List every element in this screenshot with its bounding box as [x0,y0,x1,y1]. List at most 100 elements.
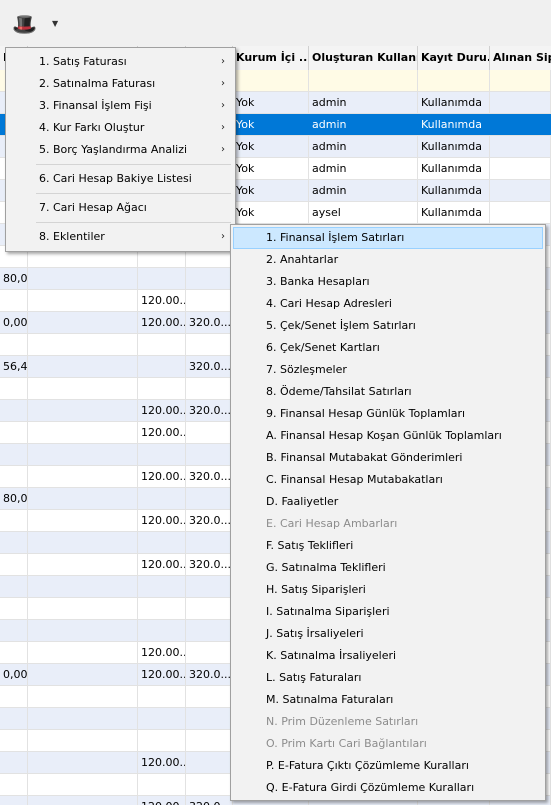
table-cell [186,334,233,355]
table-cell [0,620,28,641]
menu-item[interactable]: 1. Satış Faturası › [8,51,233,73]
submenu-item[interactable]: Q. E-Fatura Girdi Çözümleme Kuralları [233,777,543,799]
table-cell [28,686,138,707]
menu-item[interactable]: 8. Eklentiler › [8,226,233,248]
table-cell: 120.00... [138,796,186,805]
submenu-item-label: H. Satış Siparişleri [266,583,366,596]
table-cell: admin [309,136,418,157]
table-cell [28,290,138,311]
table-cell [0,334,28,355]
table-cell [138,488,186,509]
table-cell [28,510,138,531]
table-cell [28,620,138,641]
table-cell: 120.00... [138,752,186,773]
submenu-item[interactable]: K. Satınalma İrsaliyeleri [233,645,543,667]
table-cell [0,400,28,421]
table-cell: 320.0... [186,356,233,377]
menu-item[interactable]: 2. Satınalma Faturası › [8,73,233,95]
menu-item-label: 4. Kur Farkı Oluştur [39,121,145,134]
table-cell [186,620,233,641]
submenu-item[interactable]: M. Satınalma Faturaları [233,689,543,711]
table-cell [186,532,233,553]
column-header[interactable]: Oluşturan Kullanıcı [309,46,418,70]
submenu-item[interactable]: 5. Çek/Senet İşlem Satırları [233,315,543,337]
table-cell [490,70,551,91]
table-cell: 80,00 [0,268,28,289]
submenu-item-label: 5. Çek/Senet İşlem Satırları [266,319,416,332]
submenu-item[interactable]: L. Satış Faturaları [233,667,543,689]
table-cell: 320.0... [186,796,233,805]
table-cell [138,268,186,289]
table-cell: Yok [233,202,309,223]
menu-item[interactable]: 6. Cari Hesap Bakiye Listesi [8,168,233,190]
submenu-item[interactable]: G. Satınalma Teklifleri [233,557,543,579]
submenu-item[interactable]: J. Satış İrsaliyeleri [233,623,543,645]
menu-item[interactable]: 7. Cari Hesap Ağacı [8,197,233,219]
table-cell [0,554,28,575]
submenu-item[interactable]: 2. Anahtarlar [233,249,543,271]
submenu-item[interactable]: 6. Çek/Senet Kartları [233,337,543,359]
submenu-item[interactable]: 9. Finansal Hesap Günlük Toplamları [233,403,543,425]
submenu-item[interactable]: 7. Sözleşmeler [233,359,543,381]
table-cell [0,444,28,465]
table-cell: 120.00... [138,510,186,531]
chevron-right-icon: › [221,231,225,242]
table-cell [186,290,233,311]
table-cell [28,488,138,509]
table-cell: 80,00 [0,488,28,509]
menu-separator [36,222,231,223]
table-cell: 0,00 [0,312,28,333]
submenu-item[interactable]: F. Satış Teklifleri [233,535,543,557]
table-cell [28,752,138,773]
table-cell: 120.00... [138,400,186,421]
submenu-item-label: 8. Ödeme/Tahsilat Satırları [266,385,412,398]
table-cell [138,356,186,377]
submenu-item[interactable]: 8. Ödeme/Tahsilat Satırları [233,381,543,403]
menu-item[interactable]: 4. Kur Farkı Oluştur › [8,117,233,139]
menu-separator [36,164,231,165]
table-cell: Kullanımda [418,92,490,113]
column-header[interactable]: Alınan Sipar [490,46,551,70]
submenu-item[interactable]: C. Finansal Hesap Mutabakatları [233,469,543,491]
magic-hat-icon: 🎩 [12,12,37,36]
table-cell [418,70,490,91]
table-cell: Yok [233,158,309,179]
table-cell: 120.00... [138,642,186,663]
table-cell [28,268,138,289]
submenu-item-label: 2. Anahtarlar [266,253,339,266]
submenu-item-label: L. Satış Faturaları [266,671,362,684]
table-cell [0,796,28,805]
table-cell [186,488,233,509]
wizard-menu-button[interactable]: 🎩 ▼ [10,10,62,38]
table-cell [490,136,551,157]
table-cell: 56,44 [0,356,28,377]
submenu-item[interactable]: 3. Banka Hesapları [233,271,543,293]
table-cell [138,378,186,399]
table-cell [28,796,138,805]
submenu-item[interactable]: B. Finansal Mutabakat Gönderimleri [233,447,543,469]
submenu-item-label: B. Finansal Mutabakat Gönderimleri [266,451,463,464]
menu-item[interactable]: 3. Finansal İşlem Fişi › [8,95,233,117]
table-cell [138,730,186,751]
column-header[interactable]: Kayıt Duru... [418,46,490,70]
submenu-item[interactable]: A. Finansal Hesap Koşan Günlük Toplamlar… [233,425,543,447]
submenu-item-label: G. Satınalma Teklifleri [266,561,386,574]
submenu-item[interactable]: H. Satış Siparişleri [233,579,543,601]
submenu-item[interactable]: P. E-Fatura Çıktı Çözümleme Kuralları [233,755,543,777]
table-cell [0,466,28,487]
table-cell [186,708,233,729]
menu-item-label: 3. Finansal İşlem Fişi [39,99,152,112]
submenu-item-label: P. E-Fatura Çıktı Çözümleme Kuralları [266,759,469,772]
submenu-item[interactable]: 4. Cari Hesap Adresleri [233,293,543,315]
table-cell [490,158,551,179]
submenu-item[interactable]: I. Satınalma Siparişleri [233,601,543,623]
submenu-item-label: O. Prim Kartı Cari Bağlantıları [266,737,427,750]
submenu-item-label: 1. Finansal İşlem Satırları [266,231,405,244]
submenu-item[interactable]: 1. Finansal İşlem Satırları [233,227,543,249]
column-header[interactable]: Kurum İçi ... [233,46,309,70]
table-cell [28,466,138,487]
submenu-item[interactable]: D. Faaliyetler [233,491,543,513]
table-cell: 120.00... [138,290,186,311]
table-cell [0,730,28,751]
menu-item[interactable]: 5. Borç Yaşlandırma Analizi › [8,139,233,161]
